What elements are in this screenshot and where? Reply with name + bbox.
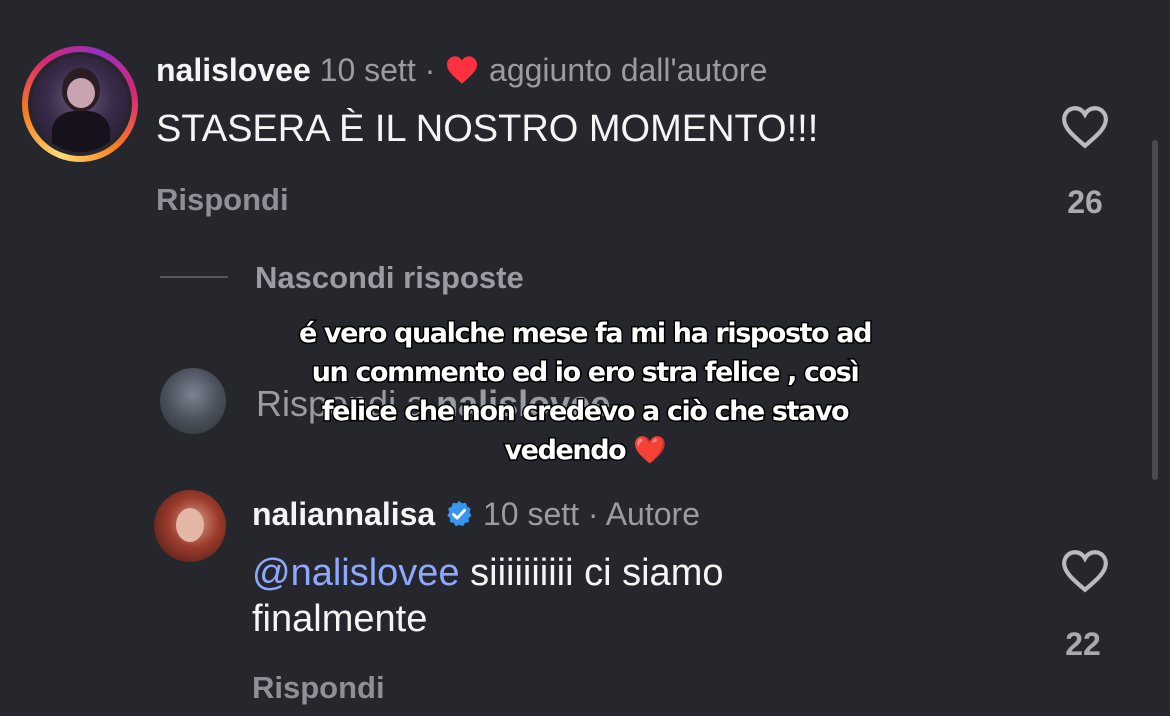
like-count: 26 <box>1067 184 1103 220</box>
hide-replies-button[interactable]: Nascondi risposte <box>255 258 524 298</box>
verified-badge-icon <box>444 496 483 532</box>
avatar-story-ring[interactable] <box>22 46 138 162</box>
reply-button[interactable]: Rispondi <box>156 180 289 220</box>
reply-time: 10 sett <box>482 496 580 532</box>
scrollbar[interactable] <box>1152 140 1158 480</box>
overlay-caption: é vero qualche mese fa mi ha risposto ad… <box>230 314 940 470</box>
reply-text-line1: siiiiiiiiii ci siamo <box>459 552 724 594</box>
like-heart-icon[interactable] <box>1060 548 1110 594</box>
author-badge: Autore <box>605 496 700 532</box>
reply-button[interactable]: Rispondi <box>252 668 385 708</box>
overlay-line: felice che non credevo a ciò che stavo <box>320 395 851 429</box>
comment-username[interactable]: nalislovee <box>156 52 311 88</box>
separator: · <box>424 52 436 88</box>
overlay-line: é vero qualche mese fa mi ha risposto ad <box>297 317 873 351</box>
reply-text-line2: finalmente <box>252 598 428 640</box>
like-count: 22 <box>1065 626 1101 662</box>
separator: · <box>587 496 599 532</box>
divider-line <box>160 276 228 278</box>
comment-time: 10 sett <box>319 52 416 88</box>
avatar <box>32 56 128 152</box>
reply-username[interactable]: naliannalisa <box>252 496 435 532</box>
heart-filled-icon <box>444 52 489 88</box>
heart-emoji-icon: ❤️ <box>633 435 667 466</box>
current-user-avatar <box>160 368 226 434</box>
reply-avatar[interactable] <box>154 490 226 562</box>
overlay-line: vedendo <box>503 434 628 468</box>
like-heart-icon[interactable] <box>1060 104 1110 150</box>
reply-header: naliannalisa 10 sett · Autore <box>252 494 700 534</box>
author-liked-label: aggiunto dall'autore <box>489 52 768 88</box>
comment-header: nalislovee 10 sett · aggiunto dall'autor… <box>156 50 767 90</box>
mention-link[interactable]: @nalislovee <box>252 552 460 594</box>
comment-text: STASERA È IL NOSTRO MOMENTO!!! <box>156 108 819 150</box>
overlay-line: un commento ed io ero stra felice , così <box>310 356 861 390</box>
reply-text: @nalislovee siiiiiiiiii ci siamo finalme… <box>252 550 1012 642</box>
